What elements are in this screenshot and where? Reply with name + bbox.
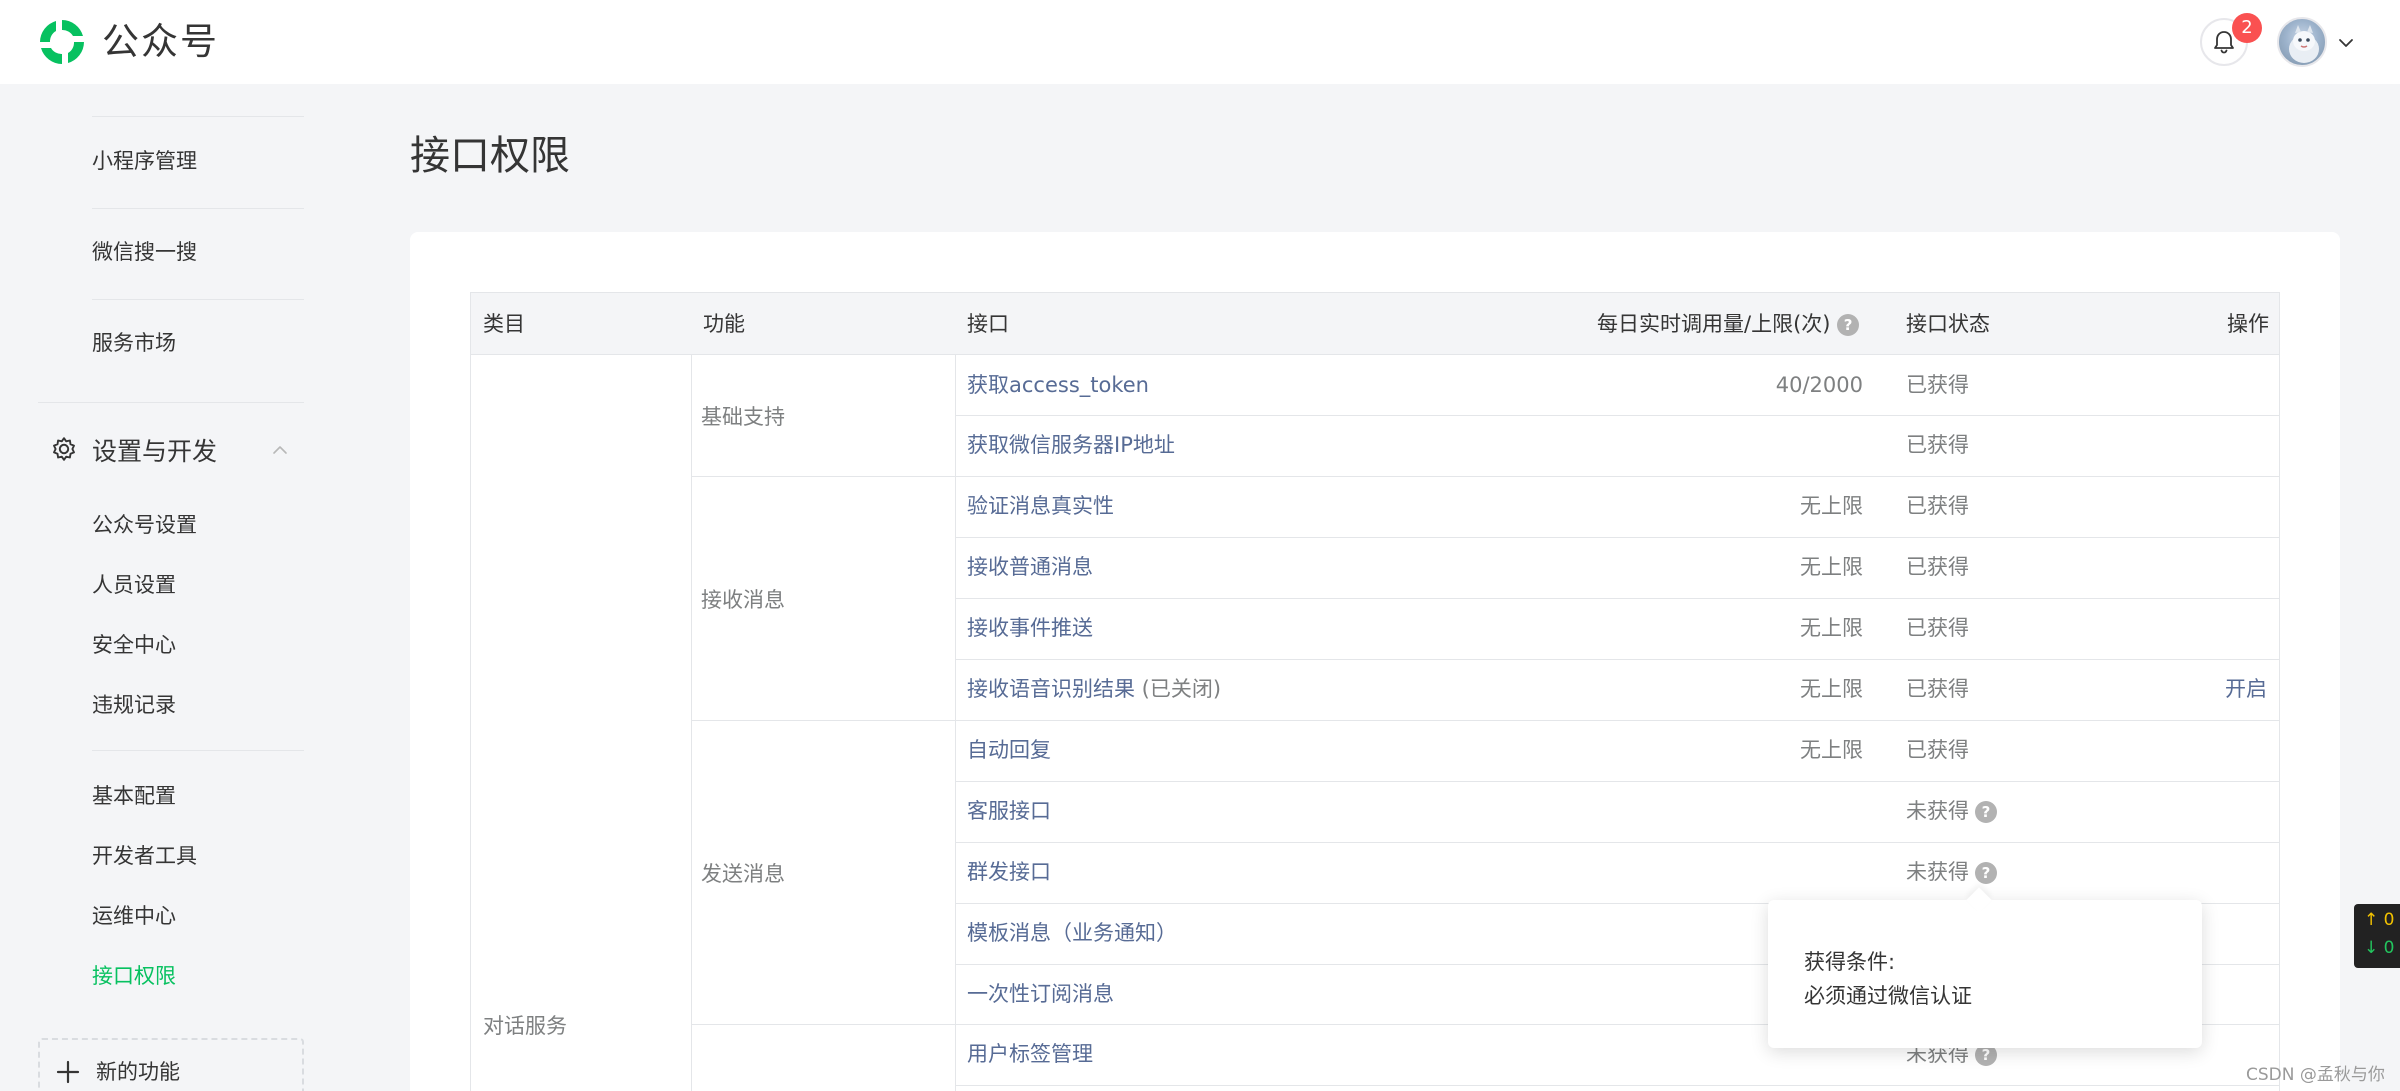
api-link[interactable]: 一次性订阅消息 <box>967 964 1114 1025</box>
status-value: 已获得 <box>1906 494 1969 518</box>
gear-icon <box>53 437 75 461</box>
api-note: (已关闭) <box>1135 677 1222 701</box>
tooltip-body: 必须通过微信认证 <box>1804 984 1972 1008</box>
sidebar-item-ops-center[interactable]: 运维中心 <box>92 901 176 931</box>
api-link[interactable]: 模板消息（业务通知） <box>967 903 1177 964</box>
sidebar-divider <box>92 208 304 209</box>
sidebar-item-service-market[interactable]: 服务市场 <box>92 328 176 358</box>
help-icon[interactable]: ? <box>1975 862 1997 884</box>
plus-icon <box>56 1060 80 1084</box>
network-speed-widget: ↑ 0 ↓ 0 <box>2354 904 2400 968</box>
top-bar: 公众号 2 <box>0 0 2400 84</box>
enable-button[interactable]: 开启 <box>2225 659 2267 720</box>
function-cell: 接收消息 <box>701 588 785 612</box>
chevron-down-icon[interactable] <box>2337 34 2355 52</box>
api-link[interactable]: 接收语音识别结果 (已关闭) <box>967 659 1221 720</box>
api-link[interactable]: 客服接口 <box>967 781 1051 842</box>
sidebar-item-staff-settings[interactable]: 人员设置 <box>92 570 176 600</box>
sidebar-item-account-settings[interactable]: 公众号设置 <box>92 510 197 540</box>
new-feature-button[interactable]: 新的功能 <box>38 1038 304 1091</box>
sidebar-item-security-center[interactable]: 安全中心 <box>92 630 176 660</box>
status-value: 已获得 <box>1906 433 1969 457</box>
api-link[interactable]: 验证消息真实性 <box>967 476 1114 537</box>
quota-value: 无上限 <box>1800 555 1863 579</box>
chevron-up-icon <box>273 446 287 454</box>
function-cell: 基础支持 <box>701 405 785 429</box>
table-header: 类目 功能 接口 每日实时调用量/上限(次) ? 接口状态 操作 <box>471 293 2279 355</box>
sidebar-item-wechat-search[interactable]: 微信搜一搜 <box>92 237 197 267</box>
api-link[interactable]: 自动回复 <box>967 720 1051 781</box>
api-link[interactable]: 接收事件推送 <box>967 598 1093 659</box>
avatar[interactable] <box>2277 17 2327 67</box>
status-value: 已获得 <box>1906 616 1969 640</box>
sidebar-item-miniprogram[interactable]: 小程序管理 <box>92 146 197 176</box>
sidebar-group-settings-dev[interactable]: 设置与开发 <box>50 428 300 468</box>
sidebar-divider <box>92 299 304 300</box>
sidebar-divider <box>92 116 304 117</box>
api-link[interactable]: 接收普通消息 <box>967 537 1093 598</box>
acquire-condition-tooltip: 获得条件: 必须通过微信认证 <box>1768 887 2202 1048</box>
sidebar-item-api-permissions[interactable]: 接口权限 <box>92 961 176 991</box>
status-value: 未获得 <box>1906 860 1969 884</box>
notification-badge: 2 <box>2232 13 2262 43</box>
help-icon[interactable]: ? <box>1837 314 1860 336</box>
quota-value: 无上限 <box>1800 616 1863 640</box>
function-cell: 发送消息 <box>701 862 785 886</box>
row-divider <box>955 842 2279 843</box>
help-icon[interactable]: ? <box>1975 801 1997 823</box>
quota-value: 无上限 <box>1800 677 1863 701</box>
sidebar-divider <box>92 750 304 751</box>
header-quota-label: 每日实时调用量/上限(次) <box>1597 312 1831 336</box>
watermark: CSDN @孟秋与你 <box>2246 1065 2385 1085</box>
row-divider <box>691 476 2279 477</box>
column-divider <box>955 355 956 1091</box>
status-value: 已获得 <box>1906 677 1969 701</box>
header-action: 操作 <box>2227 312 2269 336</box>
status-cell: 未获得? <box>1906 781 1997 842</box>
page-title: 接口权限 <box>410 133 570 179</box>
header-quota: 每日实时调用量/上限(次) ? <box>1597 293 1860 355</box>
quota-value: 40/2000 <box>1775 373 1863 397</box>
sidebar-group-label: 设置与开发 <box>92 437 218 466</box>
tooltip-title: 获得条件: <box>1804 950 1896 974</box>
row-divider <box>955 1085 2279 1086</box>
quota-value: 无上限 <box>1800 738 1863 762</box>
new-feature-label: 新的功能 <box>96 1060 180 1084</box>
quota-value: 无上限 <box>1800 494 1863 518</box>
status-value: 未获得 <box>1906 799 1969 823</box>
sidebar-item-developer-tools[interactable]: 开发者工具 <box>92 841 197 871</box>
sidebar-item-basic-config[interactable]: 基本配置 <box>92 781 176 811</box>
status-value: 已获得 <box>1906 373 1969 397</box>
sidebar: 小程序管理 微信搜一搜 服务市场 设置与开发 公众号设置 人员设置 安全中心 违… <box>0 84 330 1091</box>
brand-name[interactable]: 公众号 <box>102 16 219 68</box>
download-speed: ↓ 0 <box>2364 938 2395 958</box>
wechat-official-logo-icon[interactable] <box>36 16 88 68</box>
header-function: 功能 <box>703 312 745 336</box>
header-category: 类目 <box>483 312 525 336</box>
api-link-label: 接收语音识别结果 <box>967 677 1135 701</box>
status-value: 已获得 <box>1906 738 1969 762</box>
sidebar-item-violations[interactable]: 违规记录 <box>92 690 176 720</box>
api-link[interactable]: 获取微信服务器IP地址 <box>967 415 1175 476</box>
header-api: 接口 <box>967 312 1009 336</box>
header-status: 接口状态 <box>1906 312 1990 336</box>
category-cell: 对话服务 <box>483 1014 567 1038</box>
api-link[interactable]: 获取access_token <box>967 355 1149 416</box>
sidebar-divider <box>38 402 304 403</box>
api-link[interactable]: 群发接口 <box>967 842 1051 903</box>
row-divider <box>691 720 2279 721</box>
upload-speed: ↑ 0 <box>2364 910 2395 930</box>
avatar-image <box>2289 25 2319 63</box>
row-divider <box>955 781 2279 782</box>
status-value: 已获得 <box>1906 555 1969 579</box>
api-link[interactable]: 用户标签管理 <box>967 1024 1093 1085</box>
column-divider <box>691 355 692 1091</box>
